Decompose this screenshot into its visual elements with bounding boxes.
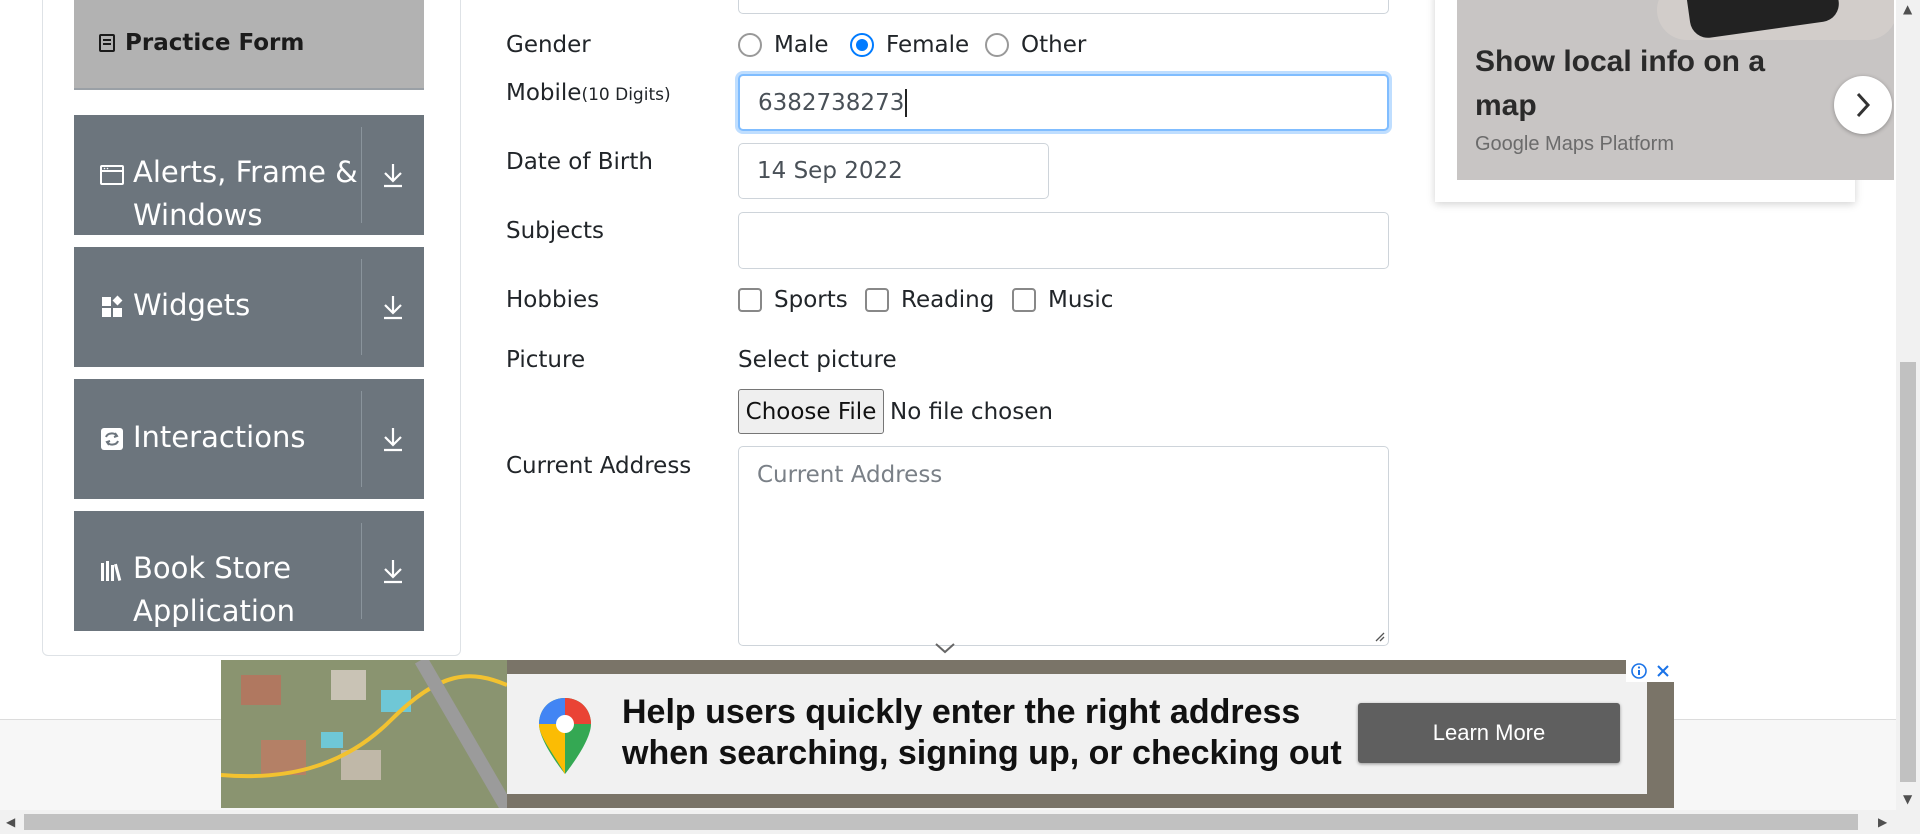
close-icon[interactable] <box>1656 664 1670 678</box>
ad-next-button[interactable] <box>1834 76 1892 134</box>
sidebar-group-widgets[interactable]: Widgets <box>74 247 424 367</box>
sidebar-item-label: Practice Form <box>125 30 305 56</box>
dob-label: Date of Birth <box>506 149 653 175</box>
ad-card: Help users quickly enter the right addre… <box>507 674 1647 794</box>
date-of-birth-field[interactable]: 14 Sep 2022 <box>738 143 1049 199</box>
sidebar-group-label: Alerts, Frame & <box>133 155 358 189</box>
subjects-label: Subjects <box>506 218 604 244</box>
sidebar-group-alerts[interactable]: Alerts, Frame & Windows <box>74 115 424 235</box>
mobile-hint: (10 Digits) <box>581 85 671 105</box>
sidebar-group-label: Windows <box>133 198 263 232</box>
download-arrow-icon <box>384 164 402 188</box>
scrollbar-thumb[interactable] <box>1900 362 1916 782</box>
address-ad-banner[interactable]: Help users quickly enter the right addre… <box>221 660 1674 808</box>
gender-option-label[interactable]: Female <box>886 32 969 58</box>
choose-file-button[interactable]: Choose File <box>738 389 884 434</box>
aerial-photo <box>221 660 507 808</box>
maps-ad[interactable]: Show local info on a map Google Maps Pla… <box>1457 0 1894 180</box>
scroll-right-arrow-icon[interactable]: ▶ <box>1878 815 1887 829</box>
ad-choices[interactable] <box>1626 660 1674 682</box>
scroll-left-arrow-icon[interactable]: ◀ <box>6 815 15 829</box>
sidebar-group-interactions[interactable]: Interactions <box>74 379 424 499</box>
mobile-field[interactable]: 6382738273 <box>738 74 1389 131</box>
gender-option-label[interactable]: Male <box>774 32 828 58</box>
hobby-checkbox-sports[interactable] <box>738 288 762 312</box>
aerial-map-image <box>221 660 507 808</box>
chevron-right-icon <box>1856 92 1871 118</box>
window-icon <box>100 165 124 185</box>
google-maps-pin-icon <box>539 698 591 774</box>
ad-headline: Show local info on a map <box>1475 45 1766 122</box>
sidebar-group-label: Book Store <box>133 551 292 585</box>
gender-radio-male[interactable] <box>738 33 762 57</box>
dob-value: 14 Sep 2022 <box>757 158 903 184</box>
learn-more-button[interactable]: Learn More <box>1358 703 1620 763</box>
gender-label: Gender <box>506 32 591 58</box>
sidebar-group-label: Widgets <box>133 288 251 322</box>
download-arrow-icon <box>384 560 402 584</box>
ad-subtitle: Google Maps Platform <box>1475 133 1674 155</box>
hobby-checkbox-reading[interactable] <box>865 288 889 312</box>
current-address-label: Current Address <box>506 453 692 479</box>
horizontal-scrollbar[interactable]: ◀ ▶ <box>0 810 1920 834</box>
ad-message-line: when searching, signing up, or checking … <box>622 734 1342 772</box>
interactions-icon <box>101 428 123 450</box>
hobbies-label: Hobbies <box>506 287 600 313</box>
gender-radio-female[interactable] <box>850 33 874 57</box>
picture-label: Picture <box>506 347 586 373</box>
expand-toggle[interactable] <box>362 379 424 499</box>
download-arrow-icon <box>384 428 402 452</box>
sidebar-group-label: Interactions <box>133 420 306 454</box>
download-arrow-icon <box>384 296 402 320</box>
mobile-label: Mobile(10 Digits) <box>506 80 671 106</box>
hobby-label[interactable]: Music <box>1048 287 1113 313</box>
info-icon[interactable] <box>1630 663 1647 679</box>
hobby-checkbox-music[interactable] <box>1012 288 1036 312</box>
select-picture-label: Select picture <box>738 347 897 373</box>
address-placeholder: Current Address <box>757 462 943 488</box>
mobile-value: 6382738273 <box>758 89 905 116</box>
expand-toggle[interactable] <box>362 115 424 235</box>
no-file-chosen-text: No file chosen <box>890 399 1053 425</box>
widgets-icon <box>102 295 123 317</box>
chevron-down-icon <box>935 643 955 654</box>
subjects-field[interactable] <box>738 212 1389 269</box>
sidebar-group-book-store[interactable]: Book Store Application <box>74 511 424 631</box>
gender-option-label[interactable]: Other <box>1021 32 1086 58</box>
text-caret <box>905 88 908 117</box>
scroll-down-arrow-icon[interactable]: ▼ <box>1903 792 1912 806</box>
hobby-label[interactable]: Sports <box>774 287 848 313</box>
ad-message: Help users quickly enter the right addre… <box>622 692 1342 774</box>
mobile-label-text: Mobile <box>506 80 582 106</box>
scroll-up-arrow-icon[interactable]: ▲ <box>1903 2 1912 16</box>
last-name-field[interactable] <box>738 0 1389 14</box>
form-icon <box>99 34 115 52</box>
expand-toggle[interactable] <box>362 247 424 367</box>
hobby-label[interactable]: Reading <box>901 287 994 313</box>
ad-message-line: Help users quickly enter the right addre… <box>622 693 1301 731</box>
gender-radio-other[interactable] <box>985 33 1009 57</box>
books-icon <box>101 561 122 581</box>
sidebar-group-label: Application <box>133 594 296 628</box>
scrollbar-thumb[interactable] <box>24 814 1858 830</box>
expand-toggle[interactable] <box>362 511 424 631</box>
vertical-scrollbar[interactable]: ▲ ▼ <box>1896 0 1920 810</box>
current-address-field[interactable]: Current Address <box>738 446 1389 646</box>
resize-handle-icon[interactable] <box>1373 630 1385 642</box>
sidebar-item-practice-form[interactable]: Practice Form <box>74 0 424 90</box>
